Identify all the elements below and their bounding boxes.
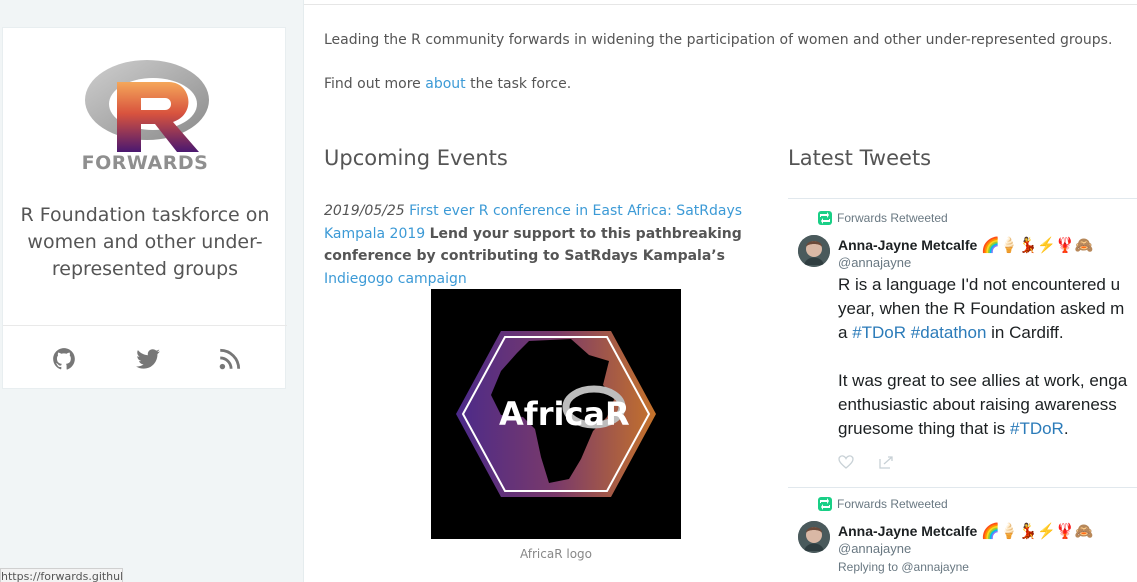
retweet-icon — [818, 211, 832, 225]
twitter-timeline[interactable]: Forwards Retweeted Anna-Jayne Metcalfe 🌈… — [788, 198, 1137, 582]
tweet-author[interactable]: Anna-Jayne Metcalfe 🌈🍦💃⚡🦞🙈 — [838, 522, 1093, 540]
logo-wordmark: FORWARDS — [81, 152, 209, 174]
event-item: 2019/05/25 First ever R conference in Ea… — [324, 200, 774, 290]
share-icon[interactable] — [878, 454, 894, 470]
about-link[interactable]: about — [425, 76, 465, 92]
tweet-text-line: a #TDoR #datathon in Cardiff. — [838, 321, 1137, 345]
sidebar: FORWARDS R Foundation taskforce on women… — [0, 0, 304, 582]
card-divider — [3, 325, 287, 326]
tweet-actions — [838, 454, 898, 472]
hashtag-link[interactable]: #datathon — [911, 323, 987, 342]
rss-icon[interactable] — [217, 346, 243, 372]
intro-more-prefix: Find out more — [324, 76, 426, 92]
africar-logo-image: AfricaR — [431, 289, 681, 539]
like-icon[interactable] — [838, 454, 854, 470]
event-date: 2019/05/25 — [324, 203, 405, 219]
retweet-label: Forwards Retweeted — [837, 211, 948, 225]
africar-caption: AfricaR logo — [519, 547, 592, 561]
intro-more-suffix: the task force. — [465, 76, 572, 92]
tweet-text-fragment: a — [838, 323, 853, 342]
sidebar-card: FORWARDS R Foundation taskforce on women… — [2, 27, 287, 389]
hashtag-link[interactable]: #TDoR — [1010, 419, 1064, 438]
avatar[interactable] — [798, 235, 830, 267]
site-title[interactable]: R Foundation taskforce on women and othe… — [13, 202, 277, 283]
author-emojis: 🌈🍦💃⚡🦞🙈 — [981, 523, 1094, 540]
tweet-author-name: Anna-Jayne Metcalfe — [838, 523, 978, 539]
twitter-icon[interactable] — [135, 346, 161, 372]
events-heading: Upcoming Events — [324, 146, 508, 170]
tweet-handle[interactable]: @annajayne — [838, 541, 911, 556]
tweet-handle[interactable]: @annajayne — [838, 255, 911, 270]
status-bar-url: https://forwards.github.io/ — [0, 568, 123, 582]
intro-more: Find out more about the task force. — [324, 74, 571, 94]
github-icon[interactable] — [51, 346, 77, 372]
avatar[interactable] — [798, 521, 830, 553]
tweet-text-line: enthusiastic about raising awareness — [838, 395, 1117, 414]
tweet-text-line: year, when the R Foundation asked m — [838, 299, 1125, 318]
indiegogo-link[interactable]: Indiegogo campaign — [324, 271, 467, 287]
tweet-text-line: R is a language I'd not encountered u — [838, 275, 1121, 294]
tweet-text-line: It was great to see allies at work, enga — [838, 371, 1128, 390]
tweet-text-line: gruesome thing that is #TDoR. — [838, 417, 1137, 441]
retweet-icon — [818, 497, 832, 511]
tweet-text-fragment: gruesome thing that is — [838, 419, 1010, 438]
tweets-heading: Latest Tweets — [788, 146, 932, 170]
top-divider — [304, 4, 1137, 5]
tweet-author-name: Anna-Jayne Metcalfe — [838, 237, 978, 253]
africar-logo-text: AfricaR — [499, 395, 630, 433]
retweet-label: Forwards Retweeted — [837, 497, 948, 511]
tweet-author[interactable]: Anna-Jayne Metcalfe 🌈🍦💃⚡🦞🙈 — [838, 236, 1093, 254]
hashtag-link[interactable]: #TDoR — [852, 323, 906, 342]
tweet-divider — [788, 487, 1137, 488]
reply-to-label[interactable]: Replying to @annajayne — [838, 560, 969, 574]
tweet-text-fragment: . — [1063, 419, 1069, 438]
author-emojis: 🌈🍦💃⚡🦞🙈 — [981, 237, 1094, 254]
intro-tagline: Leading the R community forwards in wide… — [324, 32, 1113, 48]
tweet-text-fragment: in Cardiff. — [986, 323, 1064, 342]
